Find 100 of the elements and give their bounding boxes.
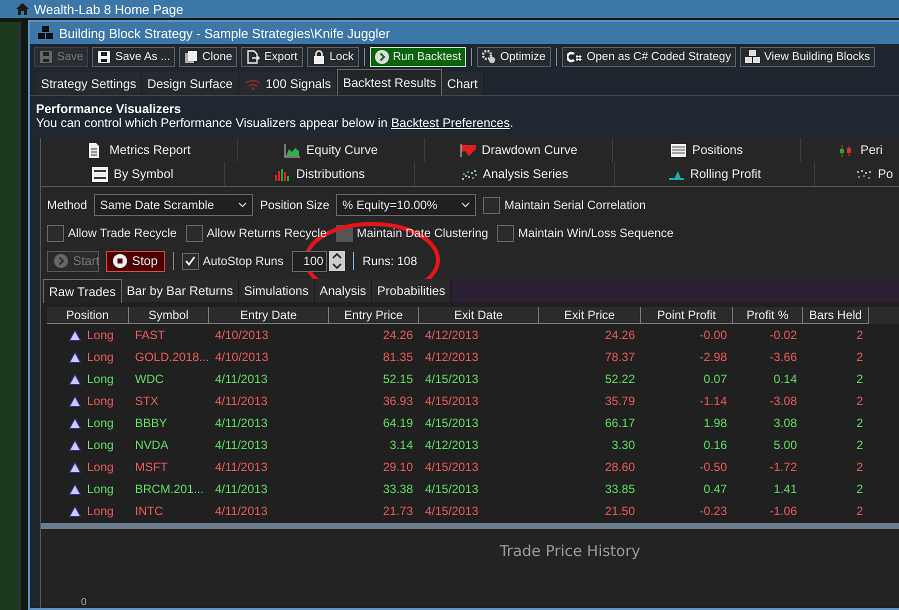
tab[interactable]: Raw Trades xyxy=(43,279,122,303)
checkbox-label: Allow Returns Recycle xyxy=(206,226,327,240)
column-header[interactable]: Symbol xyxy=(129,307,209,324)
table-cell-text: 0.47 xyxy=(702,481,728,498)
table-cell-text: STX xyxy=(134,393,160,410)
home-icon xyxy=(16,3,29,15)
tab[interactable]: Backtest Results xyxy=(337,69,442,95)
table-cell-text: 4/12/2013 xyxy=(424,437,480,454)
table-cell-text: 4/15/2013 xyxy=(424,503,480,520)
table-cell-text: 4/15/2013 xyxy=(424,371,480,388)
wifi-icon xyxy=(244,78,262,90)
table-cell-text: 5.00 xyxy=(772,437,798,454)
run-button[interactable]: Run Backtest xyxy=(370,46,466,66)
table-cell: Long xyxy=(47,324,129,346)
table-cell-text: -1.06 xyxy=(768,503,798,520)
checkbox-label: Allow Trade Recycle xyxy=(68,226,177,240)
toolbar-button[interactable]: Optimize xyxy=(477,46,551,66)
table-cell: Long xyxy=(47,456,129,478)
stop-icon xyxy=(113,254,127,268)
chevron-icon xyxy=(461,202,470,208)
tab[interactable]: Chart xyxy=(442,72,484,95)
column-header[interactable]: Entry Date xyxy=(209,307,329,324)
column-header[interactable]: Point Profit xyxy=(641,307,733,324)
table-cell-text: -2.98 xyxy=(698,349,728,366)
table-cell-text: 4/11/2013 xyxy=(214,415,268,432)
table-cell-text: -0.50 xyxy=(698,459,728,476)
number-field[interactable]: 100 xyxy=(292,250,328,272)
checkbox-label: Maintain Win/Loss Sequence xyxy=(518,226,674,240)
table-cell-text: 36.93 xyxy=(382,393,414,410)
tab[interactable]: Strategy Settings xyxy=(36,72,142,95)
tab[interactable]: 100 Signals xyxy=(238,72,337,95)
table-cell-text: 3.14 xyxy=(388,437,414,454)
play-icon xyxy=(54,254,68,268)
tab[interactable]: Probabilities xyxy=(372,279,452,302)
table-cell-text: -0.23 xyxy=(698,503,728,520)
table-cell-text: 0.14 xyxy=(772,371,798,388)
table-cell-text: MSFT xyxy=(134,459,169,476)
toolbar-button[interactable]: Open as C# Coded Strategy xyxy=(562,46,736,66)
table-cell-text: -3.66 xyxy=(768,349,798,366)
cubes-icon xyxy=(38,26,54,40)
table-cell-text: INTC xyxy=(134,503,164,520)
table-cell-text: 4/11/2013 xyxy=(214,481,268,498)
stop-button[interactable]: Stop xyxy=(106,250,165,272)
checkbox[interactable] xyxy=(483,196,500,214)
triangle-icon xyxy=(69,506,81,516)
table-cell: Long xyxy=(47,412,129,434)
column-header[interactable]: Position xyxy=(47,307,129,324)
tab[interactable]: Simulations xyxy=(239,279,315,302)
toolbar-button[interactable]: Lock xyxy=(306,46,359,66)
tab[interactable]: Design Surface xyxy=(142,72,239,95)
column-header[interactable]: Bars Held xyxy=(803,307,869,324)
table-cell: Long xyxy=(47,500,129,522)
checkbox[interactable] xyxy=(186,224,203,242)
table-cell-text: 35.79 xyxy=(604,393,636,410)
table-cell: Long xyxy=(47,434,129,456)
table-cell-text: -1.14 xyxy=(698,393,728,410)
table-cell: Long xyxy=(47,346,129,368)
table-cell-text: 33.38 xyxy=(382,481,414,498)
tab[interactable]: Bar by Bar Returns xyxy=(122,279,239,302)
table-cell-text: 4/12/2013 xyxy=(424,327,480,344)
bar-chart-icon xyxy=(274,166,290,182)
table-cell-text: 2 xyxy=(855,481,864,498)
field-label: Position Size xyxy=(260,198,330,212)
table-cell-text: 2 xyxy=(855,503,864,520)
table-cell-text: 4/12/2013 xyxy=(424,349,480,366)
tab[interactable]: Analysis xyxy=(314,279,372,302)
table-cell-text: NVDA xyxy=(134,437,170,454)
table-cell-text: 78.37 xyxy=(604,349,636,366)
table-cell-text: 3.30 xyxy=(610,437,636,454)
table-cell: Long xyxy=(47,368,129,390)
checkmark-icon xyxy=(184,255,196,267)
table-cell: Long xyxy=(47,390,129,412)
triangle-icon xyxy=(69,440,81,450)
column-header[interactable]: Entry Price xyxy=(329,307,419,324)
field-label: Method xyxy=(47,198,88,212)
preferences-link[interactable]: Backtest Preferences xyxy=(391,116,510,130)
toolbar-button[interactable]: View Building Blocks xyxy=(740,46,875,66)
triangle-icon xyxy=(69,484,81,494)
dropdown[interactable]: Same Date Scramble xyxy=(94,194,254,216)
table-cell-text: 33.85 xyxy=(604,481,636,498)
chart-title: Trade Price History xyxy=(498,542,642,560)
chevron-icon xyxy=(238,202,248,208)
toolbar-button[interactable]: Save As ... xyxy=(92,46,176,66)
lock-icon xyxy=(312,50,326,64)
checkbox[interactable] xyxy=(47,224,64,242)
copy-icon xyxy=(184,50,198,64)
toolbar-button[interactable]: Clone xyxy=(179,46,238,66)
table-cell-text: 28.60 xyxy=(604,459,636,476)
column-header[interactable]: Exit Date xyxy=(419,307,539,324)
table-cell-text: 64.19 xyxy=(382,415,414,432)
table-cell-text: 2 xyxy=(855,437,864,454)
toolbar-button[interactable]: Export xyxy=(241,46,303,66)
cubes-icon xyxy=(745,50,760,64)
table-cell-text: -0.02 xyxy=(768,327,798,344)
checkbox[interactable] xyxy=(497,224,514,242)
checkbox[interactable] xyxy=(182,252,199,270)
table-cell-text: 29.10 xyxy=(382,459,414,476)
dropdown[interactable]: % Equity=10.00% xyxy=(336,194,476,216)
column-header[interactable]: Exit Price xyxy=(539,307,641,324)
column-header[interactable]: Profit % xyxy=(733,307,803,324)
